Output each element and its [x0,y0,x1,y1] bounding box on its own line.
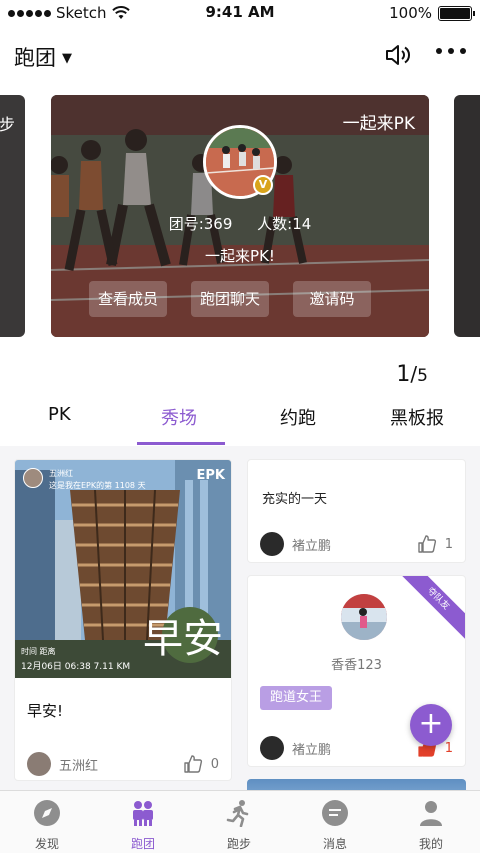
carousel-pager: 1/5 [396,362,428,387]
speaker-icon[interactable] [384,42,412,68]
group-icon [133,801,153,826]
post-text: 充实的一天 [262,492,328,507]
battery-group: 100% [389,4,475,22]
author-avatar[interactable] [27,752,51,776]
nav-label: 我的 [418,837,443,851]
verified-badge-icon: V [253,175,273,195]
photo-user-avatar [23,468,43,488]
photo-run-stats: 时间 距离 12月06日 06:38 7.11 KM [21,646,130,672]
tab-bulletin[interactable]: 黑板报 [390,404,444,430]
top-bar: 跑团 ▼ [0,30,480,82]
photo-stat-labels: 时间 距离 [21,647,56,656]
team-card[interactable]: 一起来PK V 团号:369 人数:14 一起来PK! 查看成员 跑团聊天 邀请… [51,95,429,337]
photo-logo: EPK [196,468,225,483]
team-card-actions: 查看成员 跑团聊天 邀请码 [89,281,371,317]
tab-pk[interactable]: PK [48,404,71,425]
nav-messages[interactable]: 消息 [305,799,365,852]
active-tab-indicator [137,442,225,445]
message-icon [322,800,348,826]
user-name[interactable]: 香香123 [248,654,465,673]
tab-showcase[interactable]: 秀场 [161,404,197,430]
runner-icon [226,800,249,828]
profile-icon [420,801,442,826]
nav-label: 跑步 [226,837,251,851]
feed-post-card-partial[interactable] [247,779,466,790]
add-post-button[interactable]: + [410,704,452,746]
post-photo[interactable]: 五洲红 这是我在EPK的第 1108 天 EPK 时间 距离 12月06日 06… [15,460,231,678]
more-icon[interactable] [436,48,466,54]
team-chat-button[interactable]: 跑团聊天 [191,281,269,317]
user-avatar[interactable] [341,594,387,640]
nav-team[interactable]: 跑团 [113,799,173,852]
nav-label: 消息 [322,837,347,851]
carousel-next-card[interactable] [454,95,480,337]
invite-code-button[interactable]: 邀请码 [293,281,371,317]
nav-run[interactable]: 跑步 [209,799,269,852]
showcase-feed[interactable]: 五洲红 这是我在EPK的第 1108 天 EPK 时间 距离 12月06日 06… [0,446,480,790]
pager-current: 1 [396,362,411,387]
team-name: 一起来PK [342,114,415,134]
battery-icon [438,5,475,21]
author-avatar[interactable] [260,532,284,556]
like-count: 1 [444,740,453,756]
author-name[interactable]: 五洲红 [59,755,183,774]
tab-group-run[interactable]: 约跑 [280,404,316,430]
like-count: 0 [210,756,219,772]
feed-post-card[interactable]: 充实的一天 褚立鹏 1 [247,459,466,563]
post-footer: 五洲红 0 [27,752,219,776]
team-meta: 团号:369 人数:14 [51,213,429,234]
thumbs-up-icon[interactable] [183,754,203,774]
nav-profile[interactable]: 我的 [401,799,461,852]
photo-user-overlay: 五洲红 这是我在EPK的第 1108 天 [23,468,146,492]
achievement-tag: 跑道女王 [260,686,333,710]
photo-user-name: 五洲红 [49,469,73,478]
corner-ribbon: 夺队友 [392,576,465,645]
nav-label: 发现 [34,837,59,851]
compass-icon [34,800,60,826]
feed-post-card[interactable]: 五洲红 这是我在EPK的第 1108 天 EPK 时间 距离 12月06日 06… [14,459,232,781]
user-avatar-image [341,594,387,640]
nav-discover[interactable]: 发现 [17,799,77,852]
chevron-down-icon: ▼ [62,51,72,66]
post-caption: 早安! [27,702,64,720]
status-bar: Sketch 9:41 AM 100% [0,0,480,26]
team-slogan: 一起来PK! [205,247,275,265]
team-member-count: 人数:14 [257,215,312,233]
battery-percent: 100% [389,4,432,22]
nav-label: 跑团 [130,837,155,851]
post-footer: 褚立鹏 1 [260,532,453,556]
author-name[interactable]: 褚立鹏 [292,739,417,758]
photo-user-days: 这是我在EPK的第 1108 天 [49,481,146,490]
team-selector[interactable]: 跑团 ▼ [14,42,72,72]
thumbs-up-icon[interactable] [417,534,437,554]
author-avatar[interactable] [260,736,284,760]
page-title: 跑团 [14,46,56,70]
like-count: 1 [444,536,453,552]
section-tabs: PK 秀场 约跑 黑板报 [0,398,480,446]
team-id: 团号:369 [168,215,233,233]
photo-greeting-text: 早安 [143,616,223,662]
pager-total: 5 [417,366,428,386]
author-name[interactable]: 褚立鹏 [292,535,417,554]
photo-user-text: 五洲红 这是我在EPK的第 1108 天 [49,468,146,492]
photo-stat-values: 12月06日 06:38 7.11 KM [21,662,131,672]
prev-card-text: 步 [0,115,15,134]
bottom-nav: 发现 跑团 跑步 消息 我的 [0,790,480,853]
view-members-button[interactable]: 查看成员 [89,281,167,317]
carousel-prev-card[interactable]: 步 [0,95,25,337]
